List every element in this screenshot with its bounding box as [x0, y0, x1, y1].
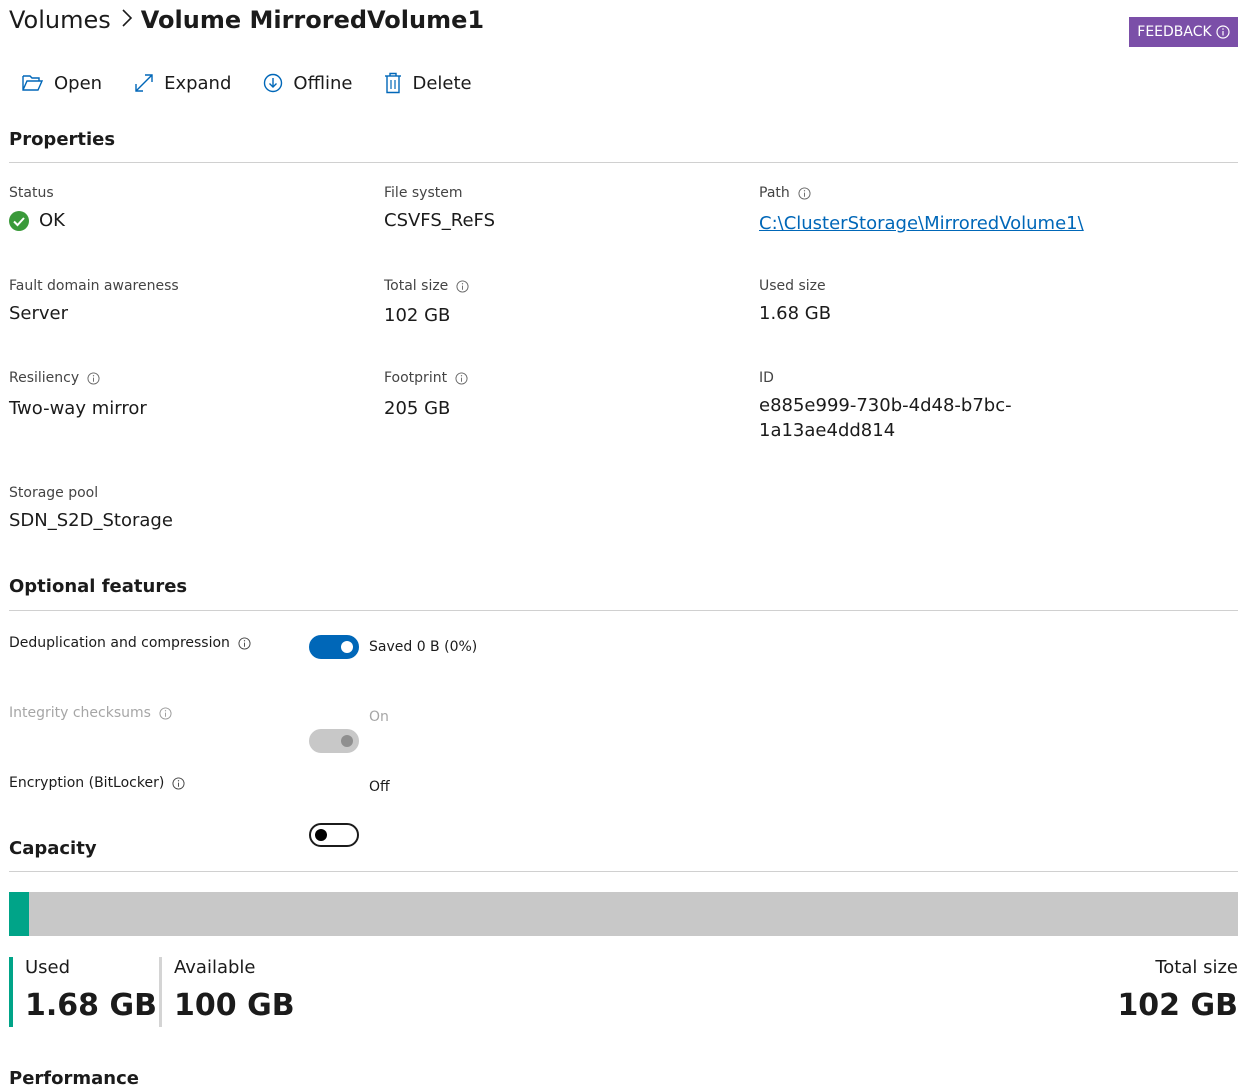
delete-button[interactable]: Delete — [384, 72, 472, 94]
feedback-label: FEEDBACK — [1137, 24, 1212, 40]
resiliency-value: Two-way mirror — [9, 398, 147, 419]
divider — [9, 610, 1238, 611]
encryption-state: Off — [369, 779, 390, 795]
properties-heading: Properties — [9, 129, 116, 150]
breadcrumb-volumes-link[interactable]: Volumes — [9, 6, 111, 34]
info-icon[interactable] — [238, 636, 251, 650]
arrow-down-circle-icon — [264, 73, 283, 93]
used-value: 1.68 GB — [25, 988, 157, 1023]
open-button[interactable]: Open — [22, 73, 102, 94]
capacity-used-fill — [9, 892, 30, 936]
path-link[interactable]: C:\ClusterStorage\MirroredVolume1\ — [759, 213, 1084, 234]
breadcrumb: Volumes Volume MirroredVolume1 — [9, 6, 484, 34]
id-value-line1: e885e999-730b-4d48-b7bc- — [759, 395, 1012, 416]
feedback-button[interactable]: FEEDBACK — [1129, 17, 1238, 47]
info-icon[interactable] — [455, 371, 468, 385]
trash-icon — [385, 72, 402, 94]
status-text: OK — [39, 210, 65, 231]
divider — [9, 162, 1238, 163]
integrity-label: Integrity checksums — [9, 705, 172, 721]
info-icon[interactable] — [456, 279, 469, 293]
footprint-label: Footprint — [384, 370, 468, 386]
encryption-toggle[interactable] — [309, 823, 359, 847]
fault-domain-label: Fault domain awareness — [9, 278, 179, 294]
capacity-heading: Capacity — [9, 838, 97, 859]
available-label: Available — [174, 957, 256, 978]
expand-button[interactable]: Expand — [134, 73, 231, 94]
open-label: Open — [54, 72, 103, 94]
footprint-value: 205 GB — [384, 398, 451, 419]
toggle-knob — [341, 641, 353, 653]
performance-heading: Performance — [9, 1068, 139, 1089]
total-value: 102 GB — [1117, 988, 1238, 1023]
status-label: Status — [9, 185, 54, 201]
capacity-available: Available 100 GB — [159, 957, 295, 1027]
capacity-total: Total size 102 GB — [1117, 957, 1238, 1023]
storage-pool-label: Storage pool — [9, 485, 99, 501]
page-title: Volume MirroredVolume1 — [140, 6, 485, 34]
integrity-toggle — [309, 729, 359, 753]
available-value: 100 GB — [174, 988, 295, 1023]
info-icon[interactable] — [798, 186, 811, 200]
chevron-right-icon — [121, 6, 133, 34]
optional-features-heading: Optional features — [9, 576, 188, 597]
expand-icon — [135, 74, 153, 92]
delete-label: Delete — [412, 72, 472, 94]
dedup-state: Saved 0 B (0%) — [369, 639, 478, 655]
file-system-value: CSVFS_ReFS — [384, 210, 496, 231]
total-size-label: Total size — [384, 278, 469, 294]
info-icon[interactable] — [172, 776, 185, 790]
used-label: Used — [25, 957, 71, 978]
integrity-state: On — [369, 709, 389, 725]
toolbar: Open Expand Offline Delete — [22, 66, 504, 100]
fault-domain-value: Server — [9, 303, 69, 324]
toggle-knob — [315, 829, 327, 841]
check-circle-icon — [9, 210, 29, 231]
id-value-line2: 1a13ae4dd814 — [759, 420, 896, 441]
divider — [9, 871, 1238, 872]
storage-pool-value: SDN_S2D_Storage — [9, 510, 173, 531]
resiliency-label: Resiliency — [9, 370, 100, 386]
expand-label: Expand — [164, 72, 232, 94]
info-icon[interactable] — [159, 706, 172, 720]
folder-open-icon — [22, 75, 44, 91]
dedup-toggle[interactable] — [309, 635, 359, 659]
total-label: Total size — [1155, 957, 1238, 978]
info-icon[interactable] — [87, 371, 100, 385]
used-size-label: Used size — [759, 278, 826, 294]
path-label: Path — [759, 185, 811, 201]
file-system-label: File system — [384, 185, 463, 201]
encryption-label: Encryption (BitLocker) — [9, 775, 185, 791]
capacity-bar — [9, 892, 1238, 936]
dedup-label: Deduplication and compression — [9, 635, 251, 651]
id-label: ID — [759, 370, 774, 386]
capacity-used: Used 1.68 GB — [9, 957, 157, 1027]
offline-button[interactable]: Offline — [263, 73, 352, 94]
offline-label: Offline — [293, 72, 353, 94]
total-size-value: 102 GB — [384, 305, 451, 326]
toggle-knob — [341, 735, 353, 747]
info-icon — [1216, 25, 1230, 39]
status-value: OK — [9, 210, 65, 231]
used-size-value: 1.68 GB — [759, 303, 832, 324]
